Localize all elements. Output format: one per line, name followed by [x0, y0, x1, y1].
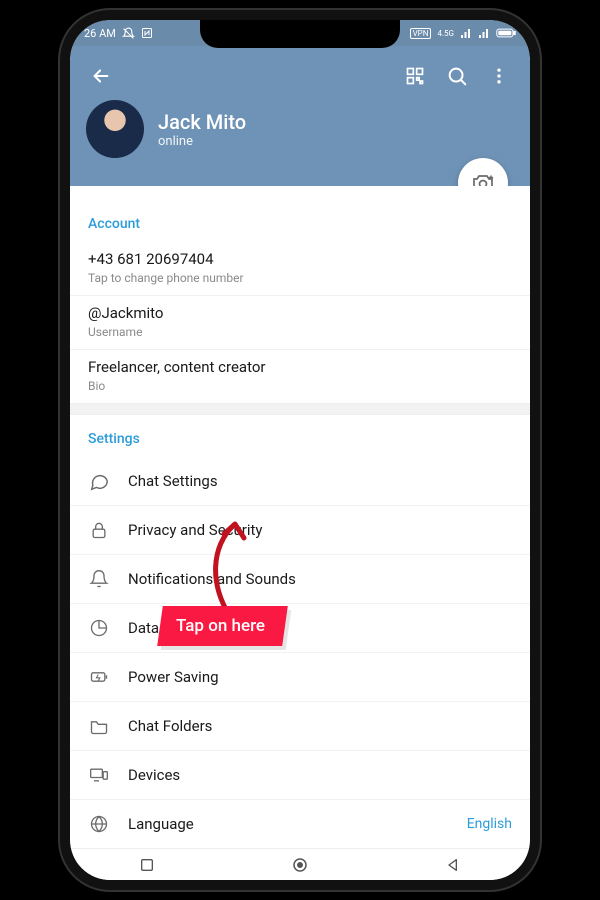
signal-icon: [460, 27, 472, 39]
battery-charge-icon: [88, 666, 110, 688]
phone-value: +43 681 20697404: [88, 250, 512, 268]
devices-icon: [88, 764, 110, 786]
folder-icon: [88, 715, 110, 737]
profile-header: Jack Mito online: [70, 46, 530, 186]
status-time: 26 AM: [84, 27, 116, 40]
net-label: 4.5G: [437, 29, 454, 38]
vpn-badge: VPN: [410, 28, 432, 39]
bio-sub: Bio: [88, 379, 512, 393]
nav-home[interactable]: [290, 855, 310, 875]
row-notifications[interactable]: Notifications and Sounds: [70, 555, 530, 604]
row-data-storage[interactable]: Data and Storage: [70, 604, 530, 653]
row-label: Data and Storage: [128, 619, 512, 637]
bell-icon: [88, 568, 110, 590]
row-label: Chat Settings: [128, 472, 512, 490]
section-settings: Settings: [70, 415, 530, 457]
row-devices[interactable]: Devices: [70, 751, 530, 800]
signal-icon-2: [478, 27, 490, 39]
bio-field[interactable]: Freelancer, content creator Bio: [70, 350, 530, 403]
username-field[interactable]: @Jackmito Username: [70, 296, 530, 350]
content-scroll[interactable]: Account +43 681 20697404 Tap to change p…: [70, 186, 530, 848]
screen: 26 AM VPN 4.5G: [70, 20, 530, 880]
section-divider: [70, 403, 530, 415]
pie-icon: [88, 617, 110, 639]
row-power-saving[interactable]: Power Saving: [70, 653, 530, 702]
row-privacy[interactable]: Privacy and Security: [70, 506, 530, 555]
row-chat-settings[interactable]: Chat Settings: [70, 457, 530, 506]
row-label: Privacy and Security: [128, 521, 512, 539]
battery-icon: [496, 27, 516, 39]
back-button[interactable]: [80, 55, 122, 97]
nav-recent[interactable]: [137, 855, 157, 875]
section-account: Account: [70, 186, 530, 242]
nfc-icon: [141, 27, 153, 39]
phone-sub: Tap to change phone number: [88, 271, 512, 285]
username-sub: Username: [88, 325, 512, 339]
phone-notch: [200, 20, 400, 48]
row-label: Language: [128, 815, 449, 833]
row-label: Power Saving: [128, 668, 512, 686]
row-label: Notifications and Sounds: [128, 570, 512, 588]
mute-icon: [122, 27, 135, 40]
qr-icon[interactable]: [394, 55, 436, 97]
profile-status: online: [158, 134, 246, 149]
more-icon[interactable]: [478, 55, 520, 97]
android-navbar: [70, 848, 530, 880]
profile-name: Jack Mito: [158, 110, 246, 134]
avatar[interactable]: [86, 100, 144, 158]
nav-back[interactable]: [443, 855, 463, 875]
lock-icon: [88, 519, 110, 541]
bio-value: Freelancer, content creator: [88, 358, 512, 376]
phone-frame: 26 AM VPN 4.5G: [60, 10, 540, 890]
row-chat-folders[interactable]: Chat Folders: [70, 702, 530, 751]
globe-icon: [88, 813, 110, 835]
row-label: Devices: [128, 766, 512, 784]
row-label: Chat Folders: [128, 717, 512, 735]
row-language[interactable]: Language English: [70, 800, 530, 848]
username-value: @Jackmito: [88, 304, 512, 322]
phone-field[interactable]: +43 681 20697404 Tap to change phone num…: [70, 242, 530, 296]
search-icon[interactable]: [436, 55, 478, 97]
row-value: English: [467, 816, 512, 832]
chat-icon: [88, 470, 110, 492]
